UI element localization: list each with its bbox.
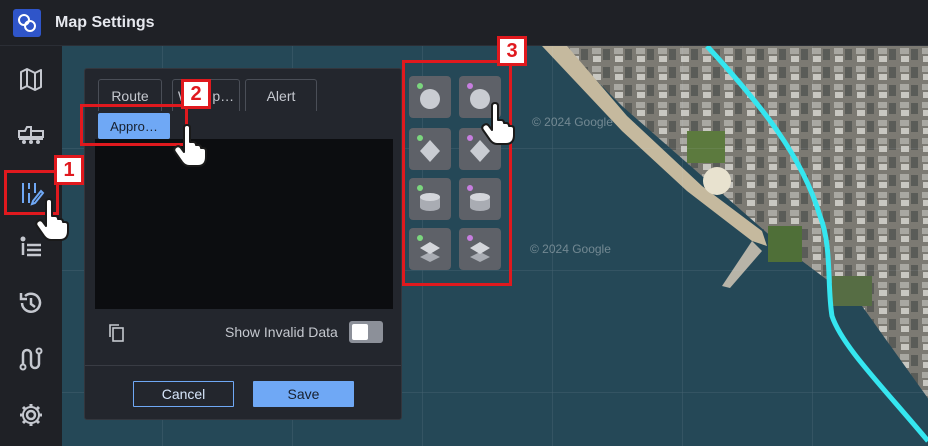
copy-icon[interactable] bbox=[107, 323, 127, 343]
map-watermark: © 2024 Google bbox=[532, 115, 613, 129]
layer-list-area bbox=[95, 139, 393, 309]
nav-history[interactable] bbox=[10, 282, 52, 324]
pointer-hand-icon bbox=[173, 124, 207, 167]
app-title: Map Settings bbox=[55, 13, 155, 31]
tab-alert[interactable]: Alert bbox=[245, 79, 317, 111]
truck-icon bbox=[18, 126, 44, 144]
pointer-hand-icon bbox=[481, 102, 515, 145]
nav-map[interactable] bbox=[10, 58, 52, 100]
show-invalid-label: Show Invalid Data bbox=[225, 324, 338, 340]
toggle-knob bbox=[352, 324, 368, 340]
screen: © 2024 Google © 2024 Google Map Settings bbox=[0, 0, 928, 446]
map-icon bbox=[20, 68, 42, 91]
gear-icon bbox=[20, 404, 42, 426]
annotation-number-1: 1 bbox=[54, 155, 84, 185]
app-logo-icon bbox=[13, 8, 41, 37]
title-bar: Map Settings bbox=[0, 0, 928, 46]
save-button[interactable]: Save bbox=[253, 381, 354, 407]
show-invalid-toggle[interactable] bbox=[349, 321, 383, 343]
pointer-hand-icon bbox=[35, 198, 69, 241]
map-watermark: © 2024 Google bbox=[530, 242, 611, 256]
annotation-box-3 bbox=[402, 60, 512, 286]
cancel-button[interactable]: Cancel bbox=[133, 381, 234, 407]
nav-settings[interactable] bbox=[10, 394, 52, 436]
annotation-number-2: 2 bbox=[181, 79, 211, 109]
left-nav bbox=[0, 46, 62, 446]
route-icon bbox=[19, 347, 43, 371]
nav-vehicles[interactable] bbox=[10, 112, 52, 154]
history-icon bbox=[19, 292, 42, 313]
footer-divider bbox=[85, 365, 401, 366]
nav-route[interactable] bbox=[10, 338, 52, 380]
annotation-number-3: 3 bbox=[497, 36, 527, 66]
